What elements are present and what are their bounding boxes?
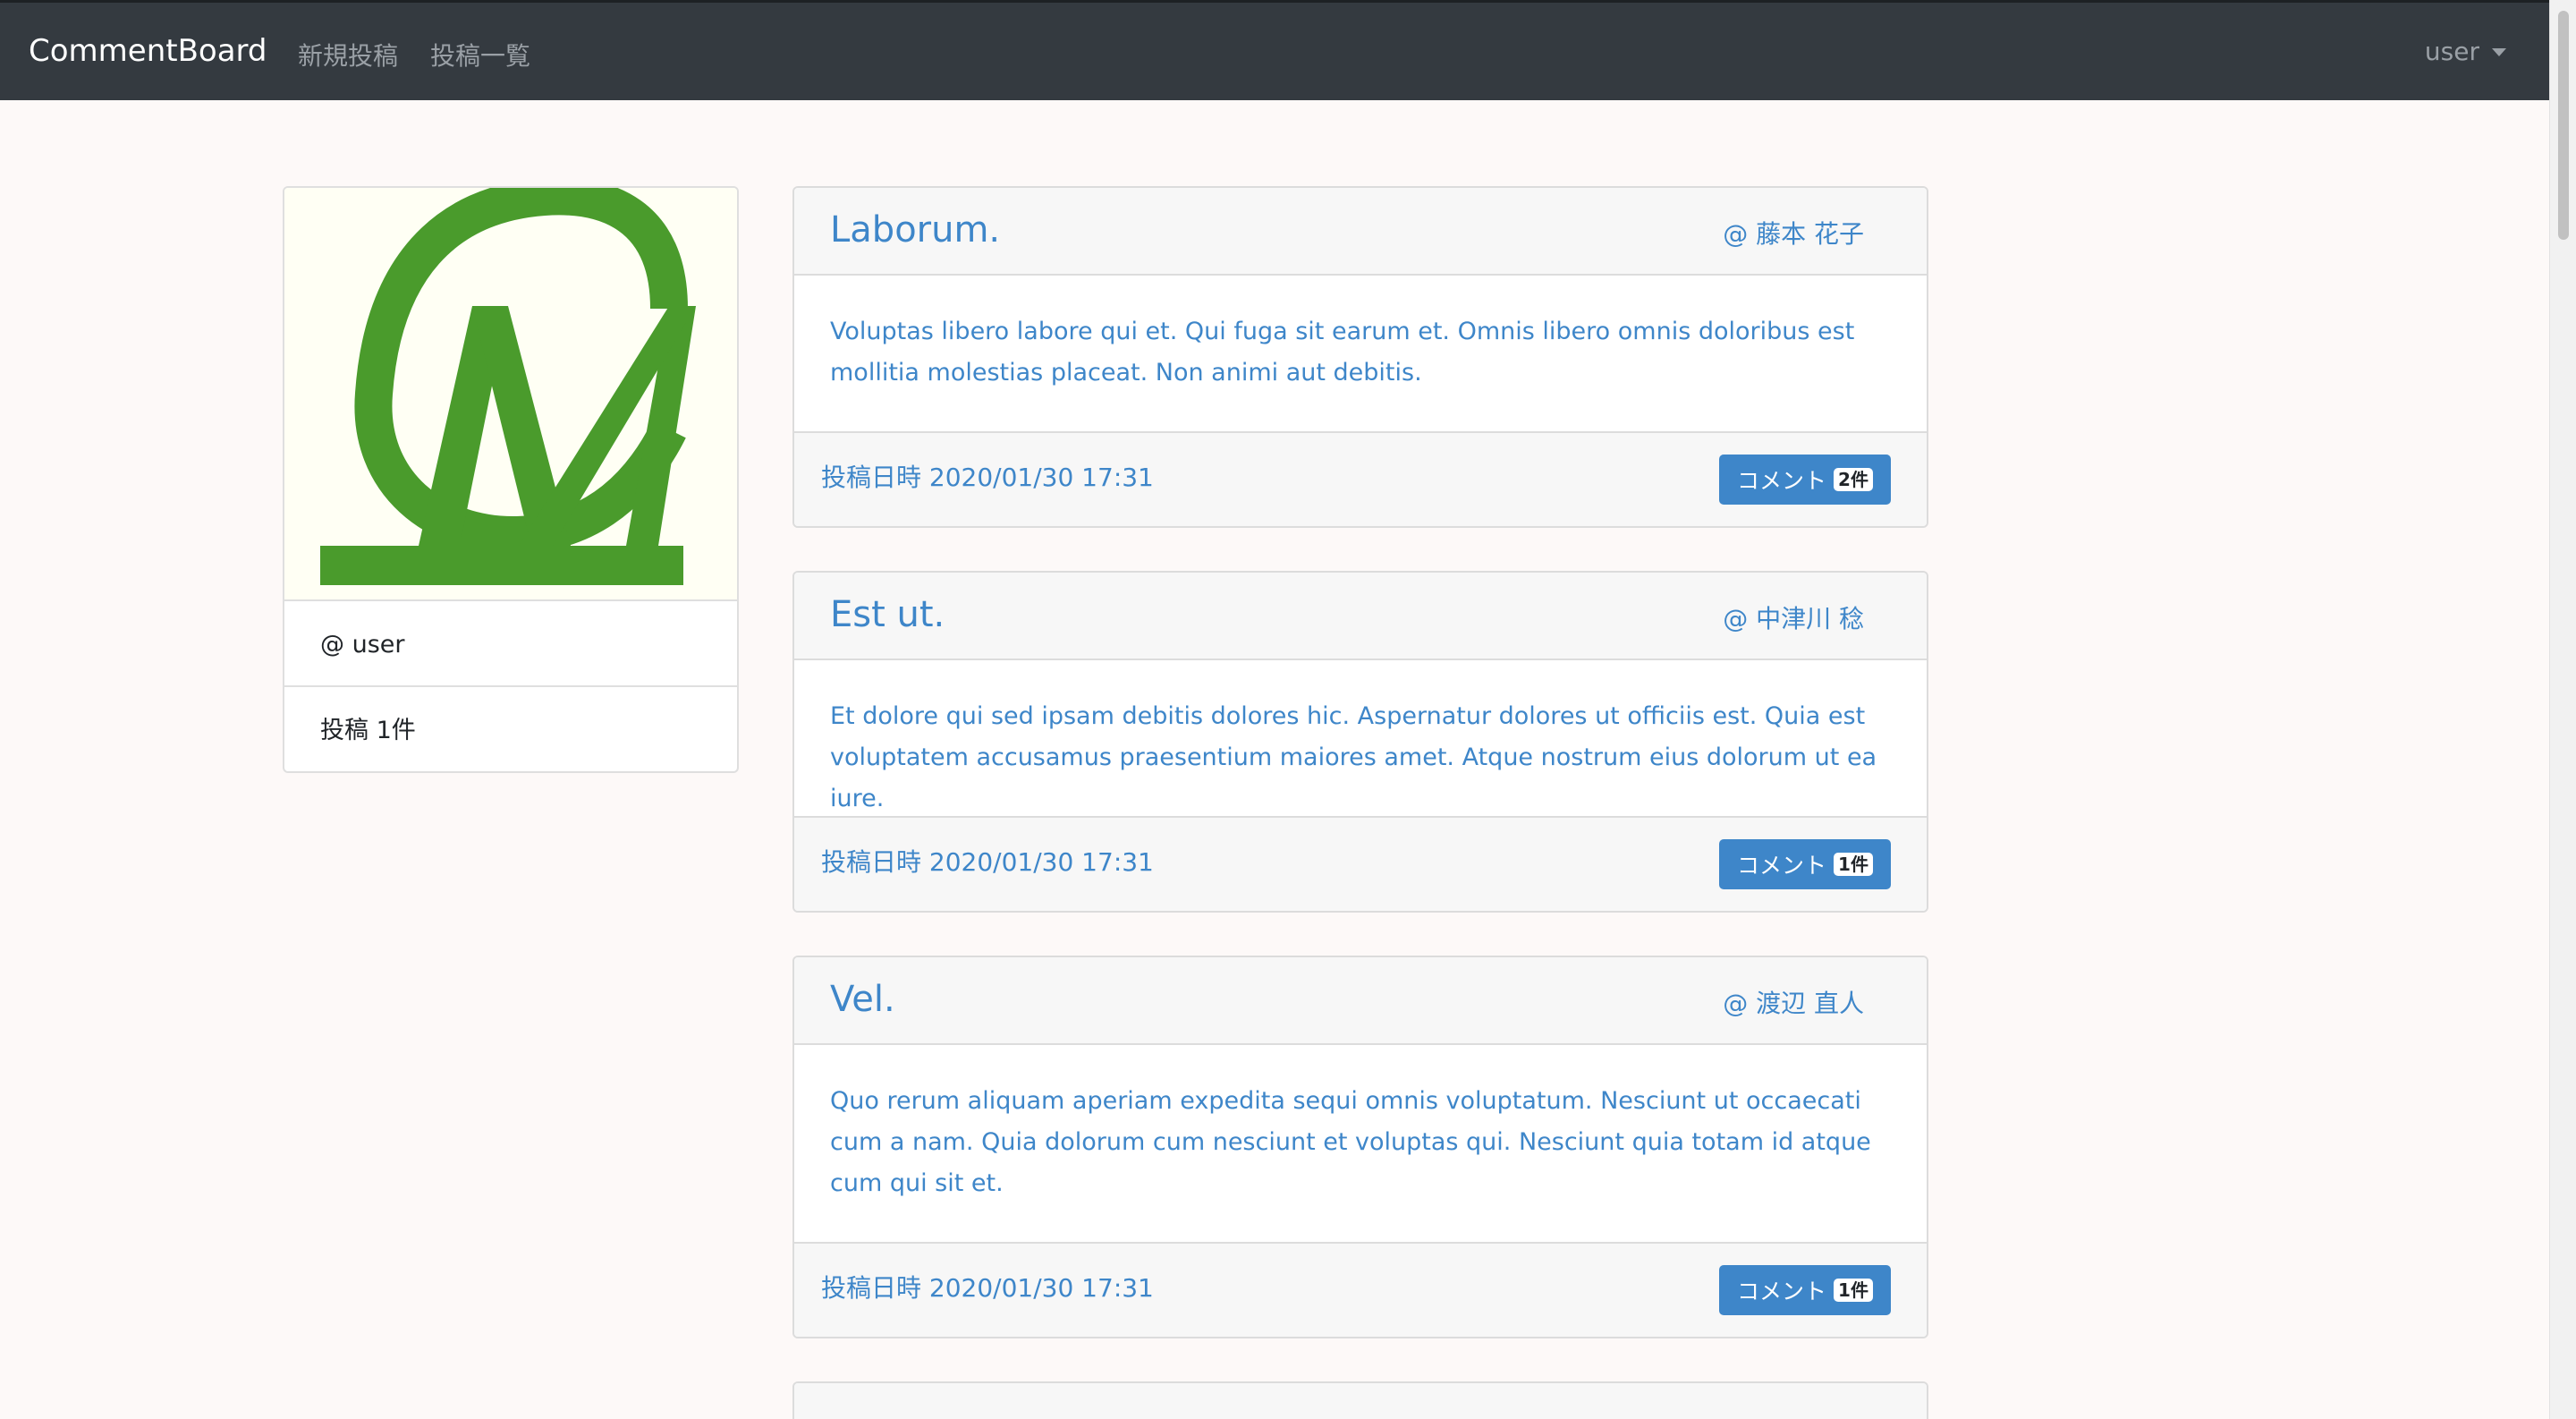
- scrollbar-thumb[interactable]: [2558, 11, 2569, 240]
- comment-count-badge: 1件: [1834, 853, 1873, 876]
- post-header: Laborum. @ 藤本 花子: [794, 188, 1927, 276]
- post-footer: 投稿日時 2020/01/30 17:31 コメント 2件: [794, 431, 1927, 526]
- profile-card: @ user 投稿 1件: [283, 186, 739, 773]
- page-scrollbar[interactable]: [2549, 0, 2576, 1419]
- post-footer: 投稿日時 2020/01/30 17:31 コメント 1件: [794, 816, 1927, 911]
- profile-username: @ user: [284, 603, 737, 687]
- post-body[interactable]: Voluptas libero labore qui et. Qui fuga …: [830, 311, 1891, 394]
- nav-post-list[interactable]: 投稿一覧: [430, 37, 530, 72]
- post-author[interactable]: @ 藤本 花子: [1723, 215, 1864, 251]
- post-title[interactable]: Est ut.: [830, 594, 945, 635]
- post-card: [792, 1381, 1928, 1419]
- profile-post-count: 投稿 1件: [320, 717, 416, 744]
- post-date: 投稿日時 2020/01/30 17:31: [821, 847, 1154, 877]
- user-dropdown-label: user: [2424, 37, 2479, 66]
- post-body[interactable]: Et dolore qui sed ipsam debitis dolores …: [830, 696, 1891, 820]
- caret-down-icon: [2492, 48, 2506, 56]
- post-header: [794, 1383, 1927, 1419]
- post-card: Vel. @ 渡辺 直人 Quo rerum aliquam aperiam e…: [792, 956, 1928, 1338]
- post-author[interactable]: @ 渡辺 直人: [1723, 984, 1864, 1020]
- comment-button[interactable]: コメント 1件: [1719, 839, 1891, 889]
- user-dropdown[interactable]: user: [2425, 37, 2506, 66]
- comment-button-label: コメント: [1737, 468, 1827, 494]
- avatar-logo-icon: [320, 188, 696, 585]
- avatar: [284, 188, 737, 601]
- post-title[interactable]: Vel.: [830, 979, 895, 1020]
- post-title[interactable]: Laborum.: [830, 209, 1000, 251]
- comment-count-badge: 2件: [1834, 468, 1873, 491]
- post-author[interactable]: @ 中津川 稔: [1723, 599, 1864, 635]
- comment-button-label: コメント: [1737, 853, 1827, 879]
- post-date: 投稿日時 2020/01/30 17:31: [821, 1273, 1154, 1303]
- comment-button[interactable]: コメント 1件: [1719, 1265, 1891, 1315]
- brand-logo[interactable]: CommentBoard: [29, 33, 267, 69]
- post-body[interactable]: Quo rerum aliquam aperiam expedita sequi…: [830, 1081, 1891, 1204]
- post-date: 投稿日時 2020/01/30 17:31: [821, 463, 1154, 492]
- post-footer: 投稿日時 2020/01/30 17:31 コメント 1件: [794, 1242, 1927, 1337]
- post-header: Est ut. @ 中津川 稔: [794, 573, 1927, 660]
- comment-button[interactable]: コメント 2件: [1719, 455, 1891, 505]
- post-card: Laborum. @ 藤本 花子 Voluptas libero labore …: [792, 186, 1928, 528]
- comment-button-label: コメント: [1737, 1279, 1827, 1304]
- top-navbar: CommentBoard 新規投稿 投稿一覧 user: [0, 0, 2549, 100]
- post-card: Est ut. @ 中津川 稔 Et dolore qui sed ipsam …: [792, 571, 1928, 913]
- comment-count-badge: 1件: [1834, 1279, 1873, 1302]
- post-header: Vel. @ 渡辺 直人: [794, 957, 1927, 1045]
- nav-new-post[interactable]: 新規投稿: [298, 37, 398, 72]
